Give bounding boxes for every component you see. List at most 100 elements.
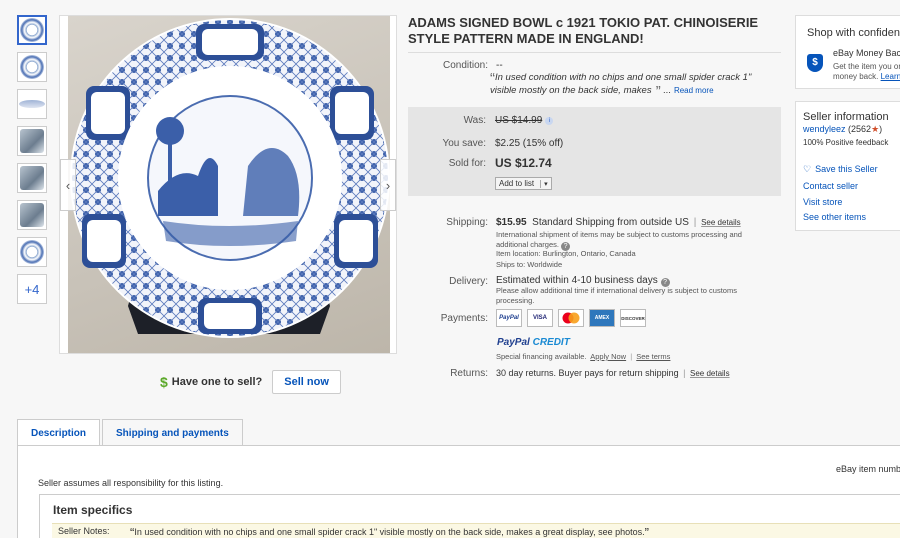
thumbnail-strip: +4 xyxy=(17,15,49,304)
shipping-note: International shipment of items may be s… xyxy=(496,230,766,251)
info-icon[interactable]: i xyxy=(545,117,554,125)
sold-price: US $12.74 xyxy=(495,156,552,170)
item-specifics: Item specifics Seller Notes: “In used co… xyxy=(39,494,900,538)
returns-info: 30 day returns. Buyer pays for return sh… xyxy=(496,368,730,378)
seller-notes-text: In used condition with no chips and one … xyxy=(134,527,645,537)
feedback-score[interactable]: (2562 xyxy=(848,124,871,134)
money-back-desc-line2: money back. xyxy=(833,72,879,81)
was-price: US $14.99 i xyxy=(495,115,554,126)
shop-with-confidence-box: Shop with confidence $ eBay Money Back G… xyxy=(795,15,900,89)
thumbnail-6[interactable] xyxy=(17,200,47,230)
description-panel: eBay item number: Seller assumes all res… xyxy=(17,445,900,538)
visa-icon: VISA xyxy=(527,309,553,327)
shipping-method: Standard Shipping from outside US xyxy=(532,217,689,228)
payments-label: Payments: xyxy=(440,313,488,324)
main-image-viewer: ‹ › xyxy=(59,15,397,354)
item-photo[interactable] xyxy=(68,16,390,353)
thumbnail-4[interactable] xyxy=(17,126,47,156)
returns-see-details-link[interactable]: See details xyxy=(690,369,730,378)
mastercard-icon xyxy=(558,309,584,327)
ships-to: Ships to: Worldwide xyxy=(496,260,563,269)
save-seller-label: Save this Seller xyxy=(815,164,878,174)
shipping-label: Shipping: xyxy=(446,217,488,228)
item-location: Item location: Burlington, Ontario, Cana… xyxy=(496,249,636,258)
ellipsis: ... xyxy=(663,85,672,96)
seller-name-row: wendyleez (2562★) xyxy=(803,124,882,135)
thumbnail-5[interactable] xyxy=(17,163,47,193)
delivery-label: Delivery: xyxy=(449,276,488,287)
chevron-down-icon: ▾ xyxy=(540,179,548,188)
payment-methods: PayPal VISA AMEX DISCOVER xyxy=(496,309,646,327)
item-title: ADAMS SIGNED BOWL c 1921 TOKIO PAT. CHIN… xyxy=(408,15,759,46)
seller-responsibility-note: Seller assumes all responsibility for th… xyxy=(38,478,224,488)
visit-store-link[interactable]: Visit store xyxy=(803,197,842,207)
tab-bar: Description Shipping and payments xyxy=(17,419,245,447)
delivery-note: Please allow additional time if internat… xyxy=(496,286,737,305)
see-other-items-link[interactable]: See other items xyxy=(803,212,866,222)
save-seller-link[interactable]: ♡ Save this Seller xyxy=(803,164,878,175)
apply-now-link[interactable]: Apply Now xyxy=(590,352,626,361)
was-value: US $14.99 xyxy=(495,115,543,126)
was-label: Was: xyxy=(463,115,486,126)
chevron-right-icon: › xyxy=(385,177,391,193)
tab-shipping-and-payments[interactable]: Shipping and payments xyxy=(102,419,243,446)
learn-more-link[interactable]: Learn more xyxy=(881,72,900,81)
sell-question: Have one to sell? xyxy=(171,376,263,388)
chevron-left-icon: ‹ xyxy=(65,177,71,193)
discover-icon: DISCOVER xyxy=(620,309,646,327)
thumbnail-2[interactable] xyxy=(17,52,47,82)
shipping-summary: $15.95 Standard Shipping from outside US… xyxy=(496,217,741,228)
money-back-desc-line1: Get the item you ordered or get your xyxy=(833,62,900,71)
see-terms-link[interactable]: See terms xyxy=(636,352,670,361)
contact-seller-link[interactable]: Contact seller xyxy=(803,181,858,191)
feedback-score-close: ) xyxy=(879,124,883,134)
financing-info: Special financing available. Apply Now |… xyxy=(496,352,671,361)
money-back-desc: Get the item you ordered or get your mon… xyxy=(833,62,900,82)
dollar-icon: $ xyxy=(160,374,168,390)
next-image-button[interactable]: › xyxy=(380,159,396,211)
shipping-see-details-link[interactable]: See details xyxy=(701,218,741,227)
returns-label: Returns: xyxy=(450,368,488,379)
condition-value: -- xyxy=(496,60,503,71)
divider xyxy=(408,52,781,53)
sell-now-button[interactable]: Sell now xyxy=(272,370,341,394)
tab-description[interactable]: Description xyxy=(17,419,101,447)
condition-description: “In used condition with no chips and one… xyxy=(490,70,752,100)
sold-label: Sold for: xyxy=(448,158,486,169)
listing-page: +4 ‹ › $ Have one to sell? Sell now ADAM… xyxy=(0,0,900,538)
more-thumbnails-button[interactable]: +4 xyxy=(17,274,47,304)
add-to-list-label: Add to list xyxy=(499,179,535,188)
heart-icon: ♡ xyxy=(803,164,812,174)
item-specifics-title: Item specifics xyxy=(53,503,133,517)
ebay-item-number: eBay item number: xyxy=(836,464,900,474)
seller-notes-value: “In used condition with no chips and one… xyxy=(130,525,649,538)
seller-notes-row: Seller Notes: “In used condition with no… xyxy=(52,523,900,538)
thumbnail-3[interactable] xyxy=(17,89,47,119)
seller-name-link[interactable]: wendyleez xyxy=(803,124,846,134)
read-more-link[interactable]: Read more xyxy=(674,86,714,95)
thumbnail-1[interactable] xyxy=(17,15,47,45)
previous-image-button[interactable]: ‹ xyxy=(60,159,76,211)
add-to-list-button[interactable]: Add to list ▾ xyxy=(495,177,552,190)
seller-notes-label: Seller Notes: xyxy=(58,526,110,536)
seller-information-box: Seller information wendyleez (2562★) 100… xyxy=(795,101,900,231)
returns-text: 30 day returns. Buyer pays for return sh… xyxy=(496,368,679,378)
positive-feedback: 100% Positive feedback xyxy=(803,138,889,147)
shop-confidence-heading: Shop with confidence xyxy=(807,27,900,39)
save-value: $2.25 (15% off) xyxy=(495,138,564,149)
condition-label: Condition: xyxy=(442,60,488,71)
seller-info-heading: Seller information xyxy=(803,111,889,123)
money-back-title: eBay Money Back Guarantee xyxy=(833,48,900,58)
paypal-icon: PayPal xyxy=(496,309,522,327)
star-icon: ★ xyxy=(871,124,880,134)
shipping-cost: $15.95 xyxy=(496,217,527,228)
paypal-credit-word: CREDIT xyxy=(532,337,570,348)
financing-text: Special financing available. xyxy=(496,352,587,361)
money-back-shield-icon: $ xyxy=(807,54,823,72)
sell-prompt: $ Have one to sell? Sell now xyxy=(160,370,341,394)
amex-icon: AMEX xyxy=(589,309,615,327)
delivery-estimate-text: Estimated within 4-10 business days xyxy=(496,275,658,286)
save-label: You save: xyxy=(442,138,486,149)
paypal-credit-brand: PayPal xyxy=(497,337,530,348)
thumbnail-7[interactable] xyxy=(17,237,47,267)
